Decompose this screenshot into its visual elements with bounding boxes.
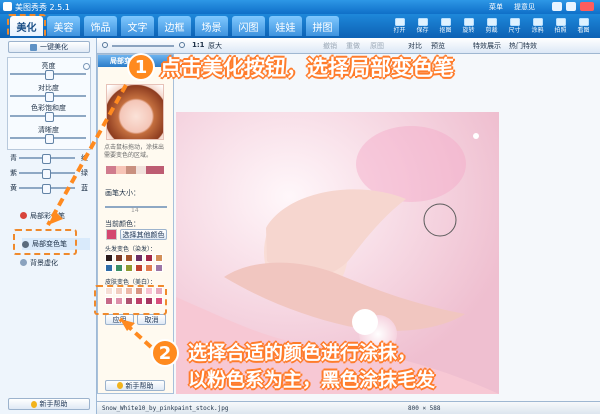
step-one-marker: 1 bbox=[127, 53, 155, 81]
step-two-line2: 以粉色系为主，黑色涂抹毛发 bbox=[188, 369, 436, 391]
step-two-line1: 选择合适的颜色进行涂抹， bbox=[188, 342, 417, 364]
step-two-marker: 2 bbox=[151, 339, 179, 367]
step-one-instruction: 点击美化按钮，选择局部变色笔 bbox=[160, 56, 454, 80]
